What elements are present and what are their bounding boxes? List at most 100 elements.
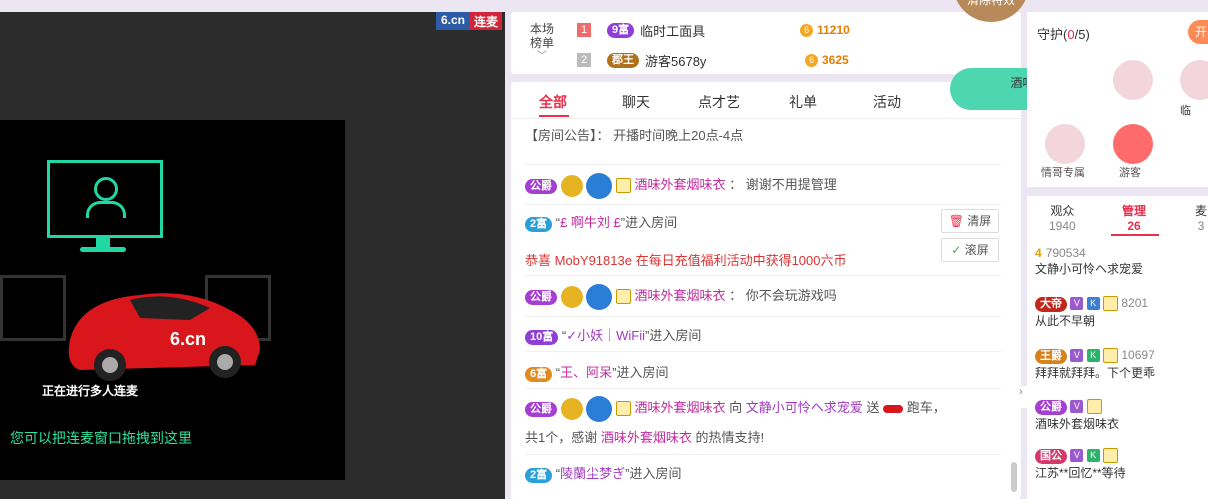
chat-user[interactable]: ✓小妖｜WiFii bbox=[566, 328, 645, 343]
rank-coins: 11210 bbox=[817, 23, 850, 37]
trash-icon: 🗑 bbox=[948, 214, 964, 228]
scroll-screen-label: 滚屏 bbox=[964, 243, 989, 257]
chat-text: 共1个，感谢 bbox=[525, 430, 598, 445]
admin-icon bbox=[1103, 296, 1119, 312]
logo-mode: 连麦 bbox=[469, 12, 502, 30]
user-level: 4 bbox=[1035, 246, 1042, 260]
tab-label: 麦 bbox=[1195, 204, 1208, 218]
wealth-badge: 10富 bbox=[525, 330, 559, 345]
guard-title: 守护(0/5) bbox=[1037, 27, 1090, 42]
list-item[interactable]: 王爵 V K 10697 拜拜就拜拜。下个更乖 bbox=[1035, 348, 1155, 381]
chat-user[interactable]: 酒味外套烟味衣 bbox=[635, 288, 726, 303]
monitor-icon-secondary bbox=[0, 275, 66, 341]
noble-badge: 大帝 bbox=[1035, 297, 1067, 312]
active-tab-indicator bbox=[1111, 234, 1159, 236]
chat-user[interactable]: 王、阿呆 bbox=[560, 365, 612, 380]
noble-badge: 公爵 bbox=[525, 179, 557, 194]
list-item[interactable]: 公爵 V 酒味外套烟味衣 bbox=[1035, 399, 1119, 432]
room-notice: 【房间公告】： 开播时间晚上20点-4点 bbox=[525, 125, 743, 144]
chat-user[interactable]: 酒味外套烟味衣 bbox=[601, 430, 692, 445]
vip-icon: V bbox=[1070, 297, 1084, 311]
tab-count: 3 bbox=[1197, 219, 1205, 233]
rank-row[interactable]: 1 9富 临时工面具 6 11210 bbox=[577, 19, 907, 41]
monitor-icon bbox=[47, 160, 163, 238]
noble-badge: 王爵 bbox=[1035, 349, 1067, 364]
rank-panel: 本场 榜单 ﹀ 1 9富 临时工面具 6 11210 2 郡王 游客5678y … bbox=[511, 12, 1021, 74]
wealth-badge: 2富 bbox=[525, 468, 553, 483]
vip-icon: V bbox=[1070, 449, 1084, 463]
drag-hint: 您可以把连麦窗口拖拽到这里 bbox=[10, 430, 192, 446]
chat-message: 公爵 酒味外套烟味衣 ： 谢谢不用提管理 bbox=[525, 172, 837, 199]
tab-activity[interactable]: 活动 bbox=[873, 92, 901, 112]
gift-message-line2: 共1个，感谢 酒味外套烟味衣 的热情支持! bbox=[525, 427, 764, 446]
open-guard-button[interactable]: 开 bbox=[1188, 20, 1208, 44]
noble-badge: 公爵 bbox=[525, 290, 557, 305]
active-tab-indicator bbox=[539, 115, 569, 117]
tab-mic[interactable]: 麦 3 bbox=[1195, 202, 1207, 233]
admin-icon bbox=[1103, 448, 1119, 464]
avatar[interactable] bbox=[1113, 60, 1153, 100]
avatar[interactable] bbox=[1113, 124, 1153, 164]
tab-talent[interactable]: 点才艺 bbox=[698, 92, 740, 112]
chat-user[interactable]: 酒味外套烟味衣 bbox=[635, 400, 726, 415]
star-level-icon bbox=[560, 397, 583, 420]
rank-coins: 3625 bbox=[822, 53, 849, 67]
chat-user[interactable]: 陵蘭尘梦ぎ bbox=[560, 466, 625, 481]
guardian-shield-icon bbox=[586, 172, 613, 199]
tab-all[interactable]: 全部 bbox=[539, 92, 567, 112]
vip-icon: V bbox=[1070, 400, 1084, 414]
collapse-arrow-icon[interactable]: › bbox=[1019, 386, 1029, 408]
wealth-badge: 2富 bbox=[525, 217, 553, 232]
user-score: 10697 bbox=[1121, 348, 1155, 362]
guard-title-text: 守护 bbox=[1037, 27, 1064, 42]
coin-icon: 6 bbox=[800, 23, 814, 37]
user-list-panel: 观众 1940 管理 26 麦 3 4 790534 文静小可怜ヘ求宠爱 大帝 V… bbox=[1019, 196, 1208, 499]
chat-message: 2富 “£ 啊牛刘 £”进入房间 bbox=[525, 212, 677, 232]
chat-tabs: 全部 聊天 点才艺 礼单 活动 bbox=[511, 82, 1021, 119]
noble-badge: 公爵 bbox=[525, 402, 557, 417]
wealth-badge: 9富 bbox=[607, 22, 635, 38]
tab-gift-list[interactable]: 礼单 bbox=[789, 92, 817, 112]
k-icon: K bbox=[1086, 297, 1100, 311]
tab-audience[interactable]: 观众 1940 bbox=[1049, 202, 1076, 233]
guard-panel: 守护(0/5) 开 临 情哥专属 游客 bbox=[1027, 12, 1208, 187]
chat-text: 进入房间 bbox=[616, 365, 669, 380]
tab-chat[interactable]: 聊天 bbox=[622, 92, 650, 112]
list-item[interactable]: 国公 V K 江苏**回忆**等待 bbox=[1035, 448, 1126, 481]
noble-badge: 国公 bbox=[1035, 449, 1067, 464]
rank-row[interactable]: 2 郡王 游客5678y 6 3625 bbox=[577, 49, 907, 71]
chat-scrollbar[interactable] bbox=[1011, 462, 1017, 492]
notice-label: 【房间公告】： bbox=[525, 128, 610, 143]
k-icon: K bbox=[1086, 449, 1100, 463]
avatar[interactable] bbox=[1045, 124, 1085, 164]
chat-message: 6富 “王、阿呆”进入房间 bbox=[525, 362, 668, 382]
chat-message: 10富 “✓小妖｜WiFii”进入房间 bbox=[525, 325, 701, 345]
chevron-down-icon: ﹀ bbox=[537, 51, 547, 62]
user-name: 拜拜就拜拜。下个更乖 bbox=[1035, 366, 1156, 380]
sports-car-icon bbox=[883, 404, 904, 413]
scroll-screen-button[interactable]: ✓ 滚屏 bbox=[941, 238, 999, 262]
vip-icon: V bbox=[1070, 349, 1084, 363]
gift-name: 跑车， bbox=[906, 400, 946, 415]
clear-screen-button[interactable]: 🗑 清屏 bbox=[941, 209, 999, 233]
sports-car-icon: 6.cn bbox=[60, 270, 265, 385]
tab-count: 26 bbox=[1127, 219, 1141, 233]
chat-panel: 全部 聊天 点才艺 礼单 活动 【房间公告】： 开播时间晚上20点-4点 公爵 … bbox=[511, 82, 1021, 499]
chat-text: 谢谢不用提管理 bbox=[745, 177, 837, 192]
chat-user[interactable]: 酒味外套烟味衣 bbox=[635, 177, 726, 192]
avatar[interactable] bbox=[1180, 60, 1208, 100]
link-mic-stage[interactable]: 6.cn 正在进行多人连麦 bbox=[0, 120, 345, 480]
list-item[interactable]: 4 790534 文静小可怜ヘ求宠爱 bbox=[1035, 246, 1143, 277]
tab-admin[interactable]: 管理 26 bbox=[1122, 202, 1146, 233]
list-item[interactable]: 大帝 V K 8201 从此不早朝 bbox=[1035, 296, 1148, 329]
guard-name: 游客 bbox=[1119, 167, 1141, 179]
rank-title[interactable]: 本场 榜单 ﹀ bbox=[525, 22, 559, 64]
notice-text: 开播时间晚上20点-4点 bbox=[613, 128, 744, 143]
tab-label: 观众 bbox=[1050, 204, 1075, 218]
gift-target[interactable]: 文静小可怜ヘ求宠爱 bbox=[746, 400, 863, 415]
chat-text: 的热情支持! bbox=[695, 430, 765, 445]
chat-user[interactable]: £ 啊牛刘 £ bbox=[560, 215, 621, 230]
rank-user-name: 游客5678y bbox=[645, 53, 707, 69]
chat-message: 公爵 酒味外套烟味衣 ： 你不会玩游戏吗 bbox=[525, 283, 837, 310]
system-message: 恭喜 MobY91813e 在每日充值福利活动中获得1000六币 bbox=[525, 253, 847, 268]
